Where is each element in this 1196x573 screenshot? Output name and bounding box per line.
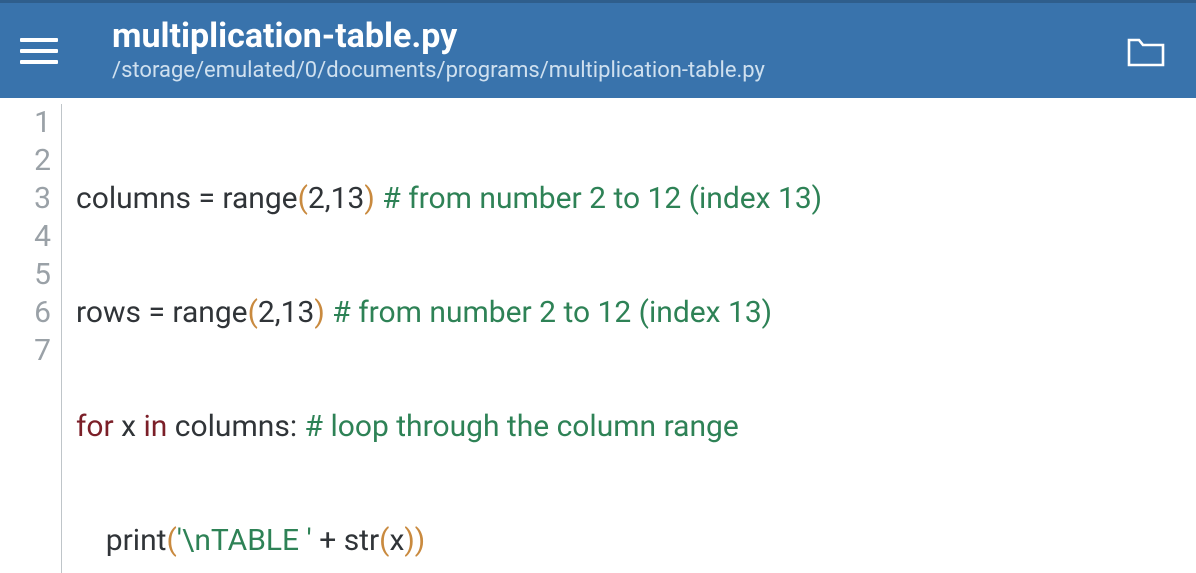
line-number: 5	[0, 256, 51, 294]
identifier: x	[114, 409, 144, 444]
comment: # from number 2 to 12 (index 13)	[332, 295, 772, 330]
line-number: 7	[0, 332, 51, 370]
identifier: rows	[76, 295, 148, 330]
keyword: in	[143, 409, 167, 444]
line-number: 1	[0, 104, 51, 142]
line-number: 2	[0, 142, 51, 180]
paren: )	[404, 523, 414, 558]
line-number: 4	[0, 218, 51, 256]
code-area[interactable]: columns = range(2,13) # from number 2 to…	[62, 104, 822, 573]
paren: (	[166, 523, 176, 558]
builtin: str	[344, 523, 379, 558]
paren: (	[248, 295, 258, 330]
space	[297, 409, 304, 444]
number: 2	[258, 295, 275, 330]
line-number-gutter: 1 2 3 4 5 6 7	[0, 104, 62, 573]
identifier: columns	[76, 181, 198, 216]
paren: )	[364, 181, 374, 216]
paren: )	[415, 523, 425, 558]
operator: =	[198, 181, 214, 216]
code-line-4[interactable]: print('\nTABLE ' + str(x))	[76, 522, 822, 560]
string: '\nTABLE '	[177, 523, 312, 558]
builtin: range	[215, 181, 298, 216]
line-number: 6	[0, 294, 51, 332]
code-line-3[interactable]: for x in columns: # loop through the col…	[76, 408, 822, 446]
menu-icon[interactable]	[20, 29, 64, 73]
paren: )	[314, 295, 324, 330]
number: 2	[308, 181, 325, 216]
file-title: multiplication-table.py	[112, 18, 1124, 55]
keyword: for	[76, 409, 114, 444]
app-header: multiplication-table.py /storage/emulate…	[0, 0, 1196, 98]
operator: =	[148, 295, 164, 330]
comment: # from number 2 to 12 (index 13)	[382, 181, 822, 216]
builtin: range	[165, 295, 248, 330]
identifier: columns	[167, 409, 289, 444]
identifier: x	[389, 523, 404, 558]
colon: :	[290, 409, 297, 444]
line-number: 3	[0, 180, 51, 218]
code-line-1[interactable]: columns = range(2,13) # from number 2 to…	[76, 180, 822, 218]
folder-icon[interactable]	[1124, 29, 1168, 73]
indent	[76, 523, 106, 558]
comment: # loop through the column range	[305, 409, 739, 444]
operator: +	[312, 523, 344, 558]
paren: (	[379, 523, 389, 558]
builtin: print	[106, 523, 167, 558]
paren: (	[298, 181, 308, 216]
code-editor[interactable]: 1 2 3 4 5 6 7 columns = range(2,13) # fr…	[0, 98, 1196, 573]
file-path: /storage/emulated/0/documents/programs/m…	[112, 58, 1124, 83]
code-line-2[interactable]: rows = range(2,13) # from number 2 to 12…	[76, 294, 822, 332]
number: 13	[281, 295, 315, 330]
number: 13	[331, 181, 365, 216]
title-block: multiplication-table.py /storage/emulate…	[112, 18, 1124, 82]
